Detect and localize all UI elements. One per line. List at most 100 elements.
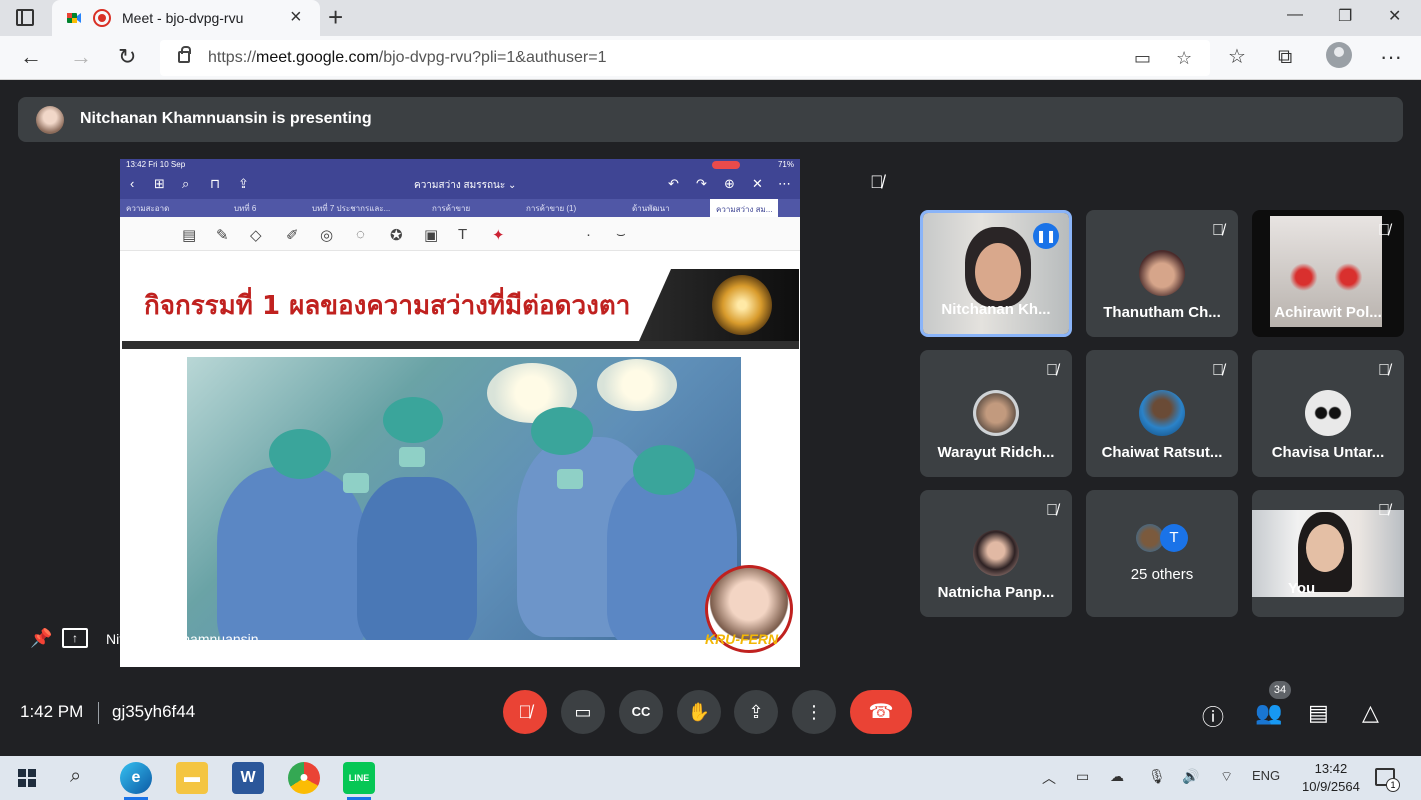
profile-avatar[interactable] xyxy=(1326,42,1352,68)
people-icon[interactable]: 👥 xyxy=(1255,700,1282,726)
address-bar-row: ← → ↻ https://meet.google.com/bjo-dvpg-r… xyxy=(0,36,1421,80)
captions-button[interactable]: CC xyxy=(619,690,663,734)
pin-icon[interactable]: 📌 xyxy=(30,628,52,649)
speaking-indicator-icon: ❚❚ xyxy=(1033,223,1059,249)
slide-header: กิจกรรมที่ 1 ผลของความสว่างที่มีต่อดวงตา xyxy=(122,269,799,349)
mic-off-icon: 🎙̸ xyxy=(1046,362,1058,379)
windows-start-icon[interactable] xyxy=(18,769,36,787)
notes-tab: ด้านพัฒนา xyxy=(632,204,670,213)
participant-tile[interactable]: 🎙̸ Achirawit Pol... xyxy=(1252,210,1404,337)
notification-count: 1 xyxy=(1386,778,1400,792)
participant-name: Achirawit Pol... xyxy=(1274,304,1382,321)
microphone-icon[interactable]: 🎙 xyxy=(1148,768,1166,785)
self-name: You xyxy=(1288,580,1316,597)
close-tab-icon[interactable]: × xyxy=(290,6,302,28)
new-tab-icon[interactable]: + xyxy=(328,3,343,31)
meeting-code: gj35yh6f44 xyxy=(112,702,196,721)
browser-tab[interactable]: Meet - bjo-dvpg-rvu × xyxy=(52,0,320,36)
participant-tile[interactable]: 🎙̸ Thanutham Ch... xyxy=(1086,210,1238,337)
minimize-icon[interactable]: — xyxy=(1287,6,1303,24)
battery-icon[interactable]: ▭ xyxy=(1076,768,1089,785)
ipad-status-time: 13:42 Fri 10 Sep xyxy=(126,160,186,169)
others-tile[interactable]: T 25 others xyxy=(1086,490,1238,617)
slide-title: กิจกรรมที่ 1 ผลของความสว่างที่มีต่อดวงตา xyxy=(144,291,631,321)
wifi-icon[interactable]: ⌔ xyxy=(1220,768,1233,786)
present-now-button[interactable]: ⇪ xyxy=(734,690,778,734)
surgical-cap xyxy=(383,397,443,443)
surgery-photo xyxy=(187,357,741,640)
image-icon: ▣ xyxy=(424,227,439,244)
chat-icon[interactable]: ▤ xyxy=(1308,700,1329,726)
file-explorer-icon[interactable]: ▬ xyxy=(176,762,208,794)
presentation-icon[interactable]: ↑ xyxy=(62,628,88,648)
search-icon[interactable]: ⌕ xyxy=(70,765,81,788)
participant-tile[interactable]: 🎙̸ Natnicha Panp... xyxy=(920,490,1072,617)
surgical-mask xyxy=(557,469,583,489)
meeting-details-icon[interactable]: ⓘ xyxy=(1202,700,1224,732)
notes-tab: บทที่ 7 ประชากรและ... xyxy=(312,204,391,213)
dot-size-icon: · xyxy=(586,226,591,243)
pen-icon: ✎ xyxy=(216,227,229,244)
share-icon: ⇪ xyxy=(238,176,249,191)
participant-tile[interactable]: 🎙̸ Warayut Ridch... xyxy=(920,350,1072,477)
surgical-cap xyxy=(531,407,593,455)
favorites-icon[interactable]: ☆ xyxy=(1228,43,1246,71)
url-field[interactable]: https://meet.google.com/bjo-dvpg-rvu?pli… xyxy=(160,40,1210,76)
cloud-icon[interactable]: ☁ xyxy=(1110,768,1124,785)
bookmark-icon: ⊓ xyxy=(210,176,221,191)
show-hidden-icons-icon[interactable]: ︿ xyxy=(1042,768,1056,788)
raise-hand-button[interactable]: ✋ xyxy=(677,690,721,734)
participant-avatar xyxy=(1305,390,1351,436)
mic-off-icon: 🎙̸ xyxy=(1046,502,1058,519)
tab-actions-icon[interactable] xyxy=(16,9,34,26)
grid-icon: ⊞ xyxy=(154,176,165,191)
camera-toggle-button[interactable]: ▭ xyxy=(561,690,605,734)
add-page-icon: ⊕ xyxy=(724,176,735,191)
notes-tab: บทที่ 6 xyxy=(234,204,257,213)
volume-icon[interactable]: 🔊 xyxy=(1182,768,1199,785)
more-options-button[interactable]: ⋮ xyxy=(792,690,836,734)
activities-icon[interactable]: △ xyxy=(1362,700,1379,726)
language-indicator[interactable]: ENG xyxy=(1252,768,1280,783)
laser-pointer-icon: ✦ xyxy=(492,227,505,244)
lasso-icon: ◌ xyxy=(356,226,365,243)
lock-icon[interactable] xyxy=(178,46,191,63)
teacher-badge-label: KRU-FERN xyxy=(705,631,779,647)
shared-screen[interactable]: 13:42 Fri 10 Sep 71% ‹ ⊞ ⌕ ⊓ ⇪ ความสว่าง… xyxy=(120,159,800,667)
taskbar-clock[interactable]: 13:42 10/9/2564 xyxy=(1302,760,1360,796)
add-favorite-icon[interactable]: ☆ xyxy=(1176,48,1192,69)
participant-name: Nitchanan Kh... xyxy=(941,301,1051,318)
ipad-battery: 71% xyxy=(777,160,794,169)
present-icon: ⇪ xyxy=(748,702,764,722)
camera-permission-icon[interactable]: ▭ xyxy=(1134,48,1151,69)
line-app-icon[interactable]: LINE xyxy=(343,762,375,800)
close-window-icon[interactable]: ✕ xyxy=(1388,6,1401,26)
presenter-name-label: Nitchanan Khamnuansin xyxy=(106,631,259,647)
participant-tile[interactable]: ❚❚ Nitchanan Kh... xyxy=(920,210,1072,337)
chrome-app-icon[interactable]: ● xyxy=(288,762,320,794)
refresh-icon[interactable]: ↻ xyxy=(118,43,136,71)
hand-icon: ✋ xyxy=(687,702,711,722)
back-icon[interactable]: ← xyxy=(20,43,42,71)
participant-name: Thanutham Ch... xyxy=(1103,304,1221,321)
windows-taskbar: ⌕ e ▬ W ● LINE ︿ ▭ ☁ 🎙 🔊 ⌔ ENG 13:42 10/… xyxy=(0,756,1421,800)
notes-tab-strip: ความสะอาด บทที่ 6 บทที่ 7 ประชากรและ... … xyxy=(120,199,800,217)
mic-toggle-button[interactable]: 🎙̸ xyxy=(503,690,547,734)
edge-app-icon[interactable]: e xyxy=(120,762,152,800)
participant-tile[interactable]: 🎙̸ Chavisa Untar... xyxy=(1252,350,1404,477)
highlighter-icon: ✐ xyxy=(286,227,299,244)
restore-icon[interactable]: ❐ xyxy=(1338,6,1352,26)
forward-icon[interactable]: → xyxy=(70,43,92,71)
collections-icon[interactable]: ⧉ xyxy=(1278,43,1292,71)
participant-name: Warayut Ridch... xyxy=(937,444,1055,461)
browser-tab-bar: Meet - bjo-dvpg-rvu × + — ❐ ✕ xyxy=(0,0,1421,36)
leave-call-button[interactable]: ☎ xyxy=(850,690,912,734)
undo-icon: ↶ xyxy=(668,176,679,191)
word-app-icon[interactable]: W xyxy=(232,762,264,794)
stroke-size-icon: ⌣ xyxy=(616,226,626,243)
participant-tile[interactable]: 🎙̸ Chaiwat Ratsut... xyxy=(1086,350,1238,477)
self-tile[interactable]: 🎙̸ You xyxy=(1252,490,1404,617)
notes-toolbar: ‹ ⊞ ⌕ ⊓ ⇪ ความสว่าง สมรรถนะ ⌄ ↶ ↷ ⊕ ✕ ⋯ xyxy=(120,171,800,199)
url-text[interactable]: https://meet.google.com/bjo-dvpg-rvu?pli… xyxy=(208,49,606,67)
more-options-icon[interactable]: ··· xyxy=(1380,43,1402,71)
